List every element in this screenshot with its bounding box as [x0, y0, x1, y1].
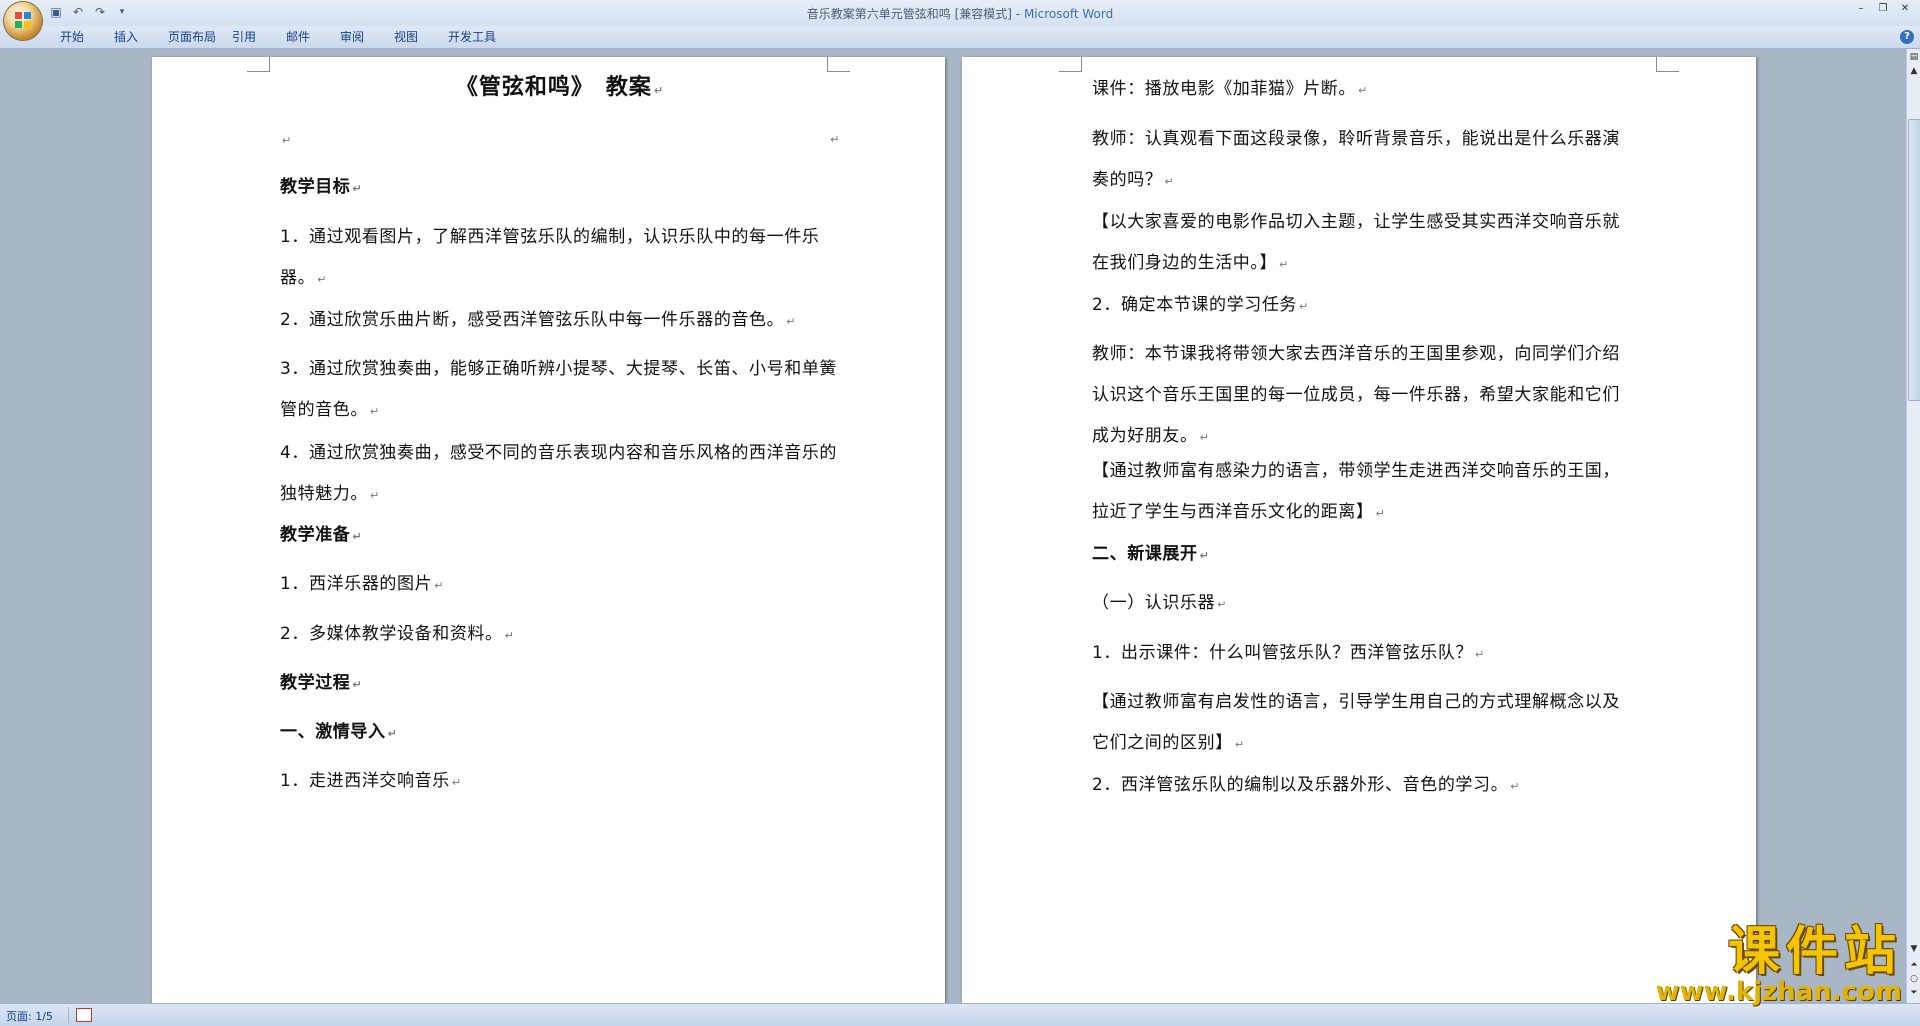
paragraph: 3．通过欣赏独奏曲，能够正确听辨小提琴、大提琴、长笛、小号和单簧管的音色。 ↵	[280, 359, 838, 420]
paragraph: 课件：播放电影《加菲猫》片断。 ↵	[1092, 79, 1368, 99]
paragraph: 【以大家喜爱的电影作品切入主题，让学生感受其实西洋交响音乐就在我们身边的生活中。…	[1092, 212, 1620, 273]
tab-view[interactable]: 视图	[394, 29, 448, 45]
paragraph: 4．通过欣赏独奏曲，感受不同的音乐表现内容和音乐风格的西洋音乐的独特魅力。 ↵	[280, 443, 838, 504]
paragraph: 1．西洋乐器的图片 ↵	[280, 574, 445, 594]
ruler-toggle-icon[interactable]: ▤	[1908, 51, 1920, 63]
paragraph: 1．出示课件：什么叫管弦乐队？西洋管弦乐队？ ↵	[1092, 643, 1485, 663]
scrollbar-thumb[interactable]	[1908, 119, 1920, 401]
status-separator	[68, 1007, 69, 1023]
app-name: Microsoft Word	[1023, 7, 1114, 21]
heading-new-lesson: 二、新课展开 ↵	[1092, 544, 1210, 564]
ribbon: 开始 插入 页面布局 引用 邮件 审阅 视图 开发工具 ?	[0, 26, 1920, 49]
scroll-up-icon[interactable]: ▲	[1908, 65, 1920, 77]
paragraph: 2．通过欣赏乐曲片断，感受西洋管弦乐队中每一件乐器的音色。 ↵	[280, 310, 797, 330]
paragraph: 教师：本节课我将带领大家去西洋音乐的王国里参观，向同学们介绍认识这个音乐王国里的…	[1092, 344, 1620, 446]
office-logo-icon	[15, 12, 31, 28]
office-button[interactable]	[4, 2, 42, 40]
paragraph: 2．西洋管弦乐队的编制以及乐器外形、音色的学习。 ↵	[1092, 775, 1521, 795]
restore-icon[interactable]: ❐	[1872, 2, 1894, 16]
next-page-icon[interactable]: ⏷	[1908, 987, 1920, 999]
close-icon[interactable]: ✕	[1894, 2, 1916, 16]
paragraph: 1．通过观看图片，了解西洋管弦乐队的编制，认识乐队中的每一件乐器。 ↵	[280, 227, 820, 288]
paragraph: 【通过教师富有启发性的语言，引导学生用自己的方式理解概念以及它们之间的区别】 ↵	[1092, 692, 1620, 753]
window-controls: – ❐ ✕	[1850, 2, 1916, 16]
document-area[interactable]: 《管弦和鸣》 教案 ↵ ↵ ↵ 教学目标 ↵ 1．通过观看图片，了解西洋管弦乐队的编制…	[0, 49, 1906, 1003]
crop-mark	[247, 57, 270, 72]
minimize-icon[interactable]: –	[1850, 2, 1872, 16]
vertical-scrollbar[interactable]: ▤ ▲ ▼ ⏶ ○ ⏷	[1906, 49, 1920, 1003]
page-1[interactable]: 《管弦和鸣》 教案 ↵ ↵ ↵ 教学目标 ↵ 1．通过观看图片，了解西洋管弦乐队的编制…	[152, 57, 945, 1003]
tab-home[interactable]: 开始	[60, 29, 114, 45]
tab-page-layout[interactable]: 页面布局	[168, 29, 232, 45]
document-title: 音乐教案第六单元管弦和鸣 [兼容模式]	[806, 7, 1012, 21]
paragraph: （一）认识乐器 ↵	[1092, 593, 1228, 613]
empty-paragraph: ↵ ↵	[282, 133, 840, 147]
watermark-url: www.kjzhan.com	[1655, 977, 1902, 1007]
page-2[interactable]: 课件：播放电影《加菲猫》片断。 ↵ 教师：认真观看下面这段录像，聆听背景音乐，能说…	[962, 57, 1756, 1003]
heading-process: 教学过程 ↵	[280, 673, 363, 693]
select-browse-object-icon[interactable]: ○	[1908, 973, 1920, 985]
paragraph: 教师：认真观看下面这段录像，聆听背景音乐，能说出是什么乐器演奏的吗？ ↵	[1092, 129, 1620, 190]
title-separator: -	[1011, 7, 1024, 21]
page-title: 《管弦和鸣》 教案 ↵	[455, 75, 665, 100]
page-indicator[interactable]: 页面: 1/5	[6, 1008, 53, 1024]
tab-mailings[interactable]: 邮件	[286, 29, 340, 45]
window-title: 音乐教案第六单元管弦和鸣 [兼容模式] - Microsoft Word	[0, 5, 1920, 22]
paragraph: 【通过教师富有感染力的语言，带领学生走进西洋交响音乐的王国，拉近了学生与西洋音乐…	[1092, 461, 1620, 522]
heading-preparation: 教学准备 ↵	[280, 525, 363, 545]
crop-mark	[1656, 57, 1679, 72]
paragraph: 2．多媒体教学设备和资料。 ↵	[280, 624, 515, 644]
tab-review[interactable]: 审阅	[340, 29, 394, 45]
title-bar: ▣ ↶ ↷ ▾ 音乐教案第六单元管弦和鸣 [兼容模式] - Microsoft …	[0, 0, 1920, 40]
scroll-down-icon[interactable]: ▼	[1908, 943, 1920, 955]
watermark: 课件站 www.kjzhan.com	[1656, 926, 1902, 1006]
status-bar: 页面: 1/5	[0, 1003, 1920, 1026]
tab-developer[interactable]: 开发工具	[448, 29, 512, 45]
ribbon-tabs: 开始 插入 页面布局 引用 邮件 审阅 视图 开发工具	[60, 29, 512, 45]
heading-intro: 一、激情导入 ↵	[280, 722, 398, 742]
tab-references[interactable]: 引用	[232, 29, 286, 45]
heading-objectives: 教学目标 ↵	[280, 177, 363, 197]
previous-page-icon[interactable]: ⏶	[1908, 959, 1920, 971]
paragraph: 2．确定本节课的学习任务 ↵	[1092, 295, 1309, 315]
tab-insert[interactable]: 插入	[114, 29, 168, 45]
crop-mark	[1059, 57, 1082, 72]
watermark-name: 课件站	[1727, 922, 1902, 982]
proofing-icon[interactable]	[76, 1008, 92, 1022]
paragraph: 1．走进西洋交响音乐 ↵	[280, 771, 462, 791]
help-icon[interactable]: ?	[1900, 30, 1914, 44]
